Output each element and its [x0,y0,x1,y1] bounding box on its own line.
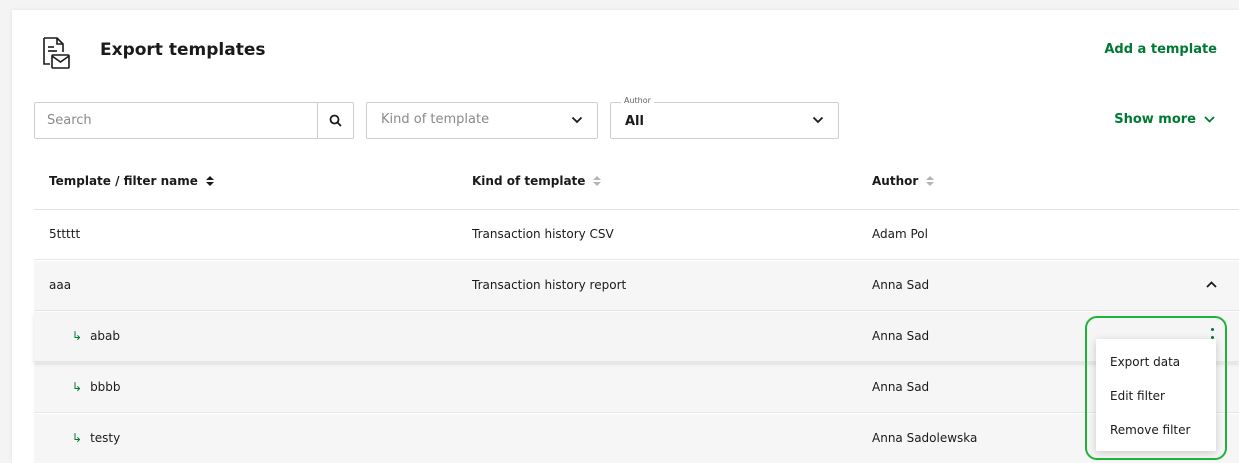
search-box [34,102,354,139]
chevron-up-icon[interactable] [1206,281,1217,288]
row-kind: Transaction history CSV [472,227,614,241]
search-input[interactable] [35,103,317,138]
table-row-expanded[interactable]: aaa Transaction history report Anna Sad [34,261,1239,311]
sort-icon [205,176,214,186]
page-title: Export templates [100,40,266,60]
row-name: 5ttttt [49,227,81,241]
child-arrow-icon: ↳ [72,431,83,445]
menu-item-remove-filter[interactable]: Remove filter [1096,413,1216,447]
column-header-author[interactable]: Author [872,174,935,188]
author-select-value: All [625,114,644,129]
sort-icon [593,176,602,186]
row-author: Anna Sad [872,329,930,343]
export-templates-card: Export templates Add a template Kind of … [12,10,1239,463]
kind-of-template-select[interactable]: Kind of template [366,102,598,139]
row-name: abab [90,329,121,343]
menu-item-export-data[interactable]: Export data [1096,345,1216,379]
menu-item-edit-filter[interactable]: Edit filter [1096,379,1216,413]
child-arrow-icon: ↳ [72,380,83,394]
table-row-child[interactable]: ↳ testy Anna Sadolewska [34,414,1239,463]
chevron-down-icon [571,116,583,124]
row-name: bbbb [90,380,121,394]
row-kind: Transaction history report [472,278,627,292]
author-select[interactable]: Author All [610,96,839,139]
add-template-link[interactable]: Add a template [1104,42,1217,57]
author-select-label: Author [621,96,654,105]
row-author: Anna Sadolewska [872,431,978,445]
row-author: Anna Sad [872,278,930,292]
table-row-child[interactable]: ↳ abab Anna Sad [34,312,1239,362]
table-row-child[interactable]: ↳ bbbb Anna Sad [34,363,1239,413]
search-icon [329,114,342,127]
chevron-down-icon [812,116,824,124]
row-name: testy [90,431,121,445]
row-actions-menu: Export data Edit filter Remove filter [1096,339,1216,451]
show-more-label: Show more [1114,112,1196,127]
child-arrow-icon: ↳ [72,329,83,343]
kind-select-value: Kind of template [381,112,490,127]
column-header-name[interactable]: Template / filter name [49,174,214,188]
row-author: Adam Pol [872,227,928,241]
show-more-button[interactable]: Show more [1114,112,1215,127]
sort-icon [926,176,935,186]
search-button[interactable] [317,103,353,138]
chevron-down-icon [1204,116,1215,123]
table-row[interactable]: 5ttttt Transaction history CSV Adam Pol [34,210,1239,260]
column-header-kind[interactable]: Kind of template [472,174,602,188]
row-author: Anna Sad [872,380,930,394]
export-document-icon [43,37,70,69]
row-name: aaa [49,278,72,292]
